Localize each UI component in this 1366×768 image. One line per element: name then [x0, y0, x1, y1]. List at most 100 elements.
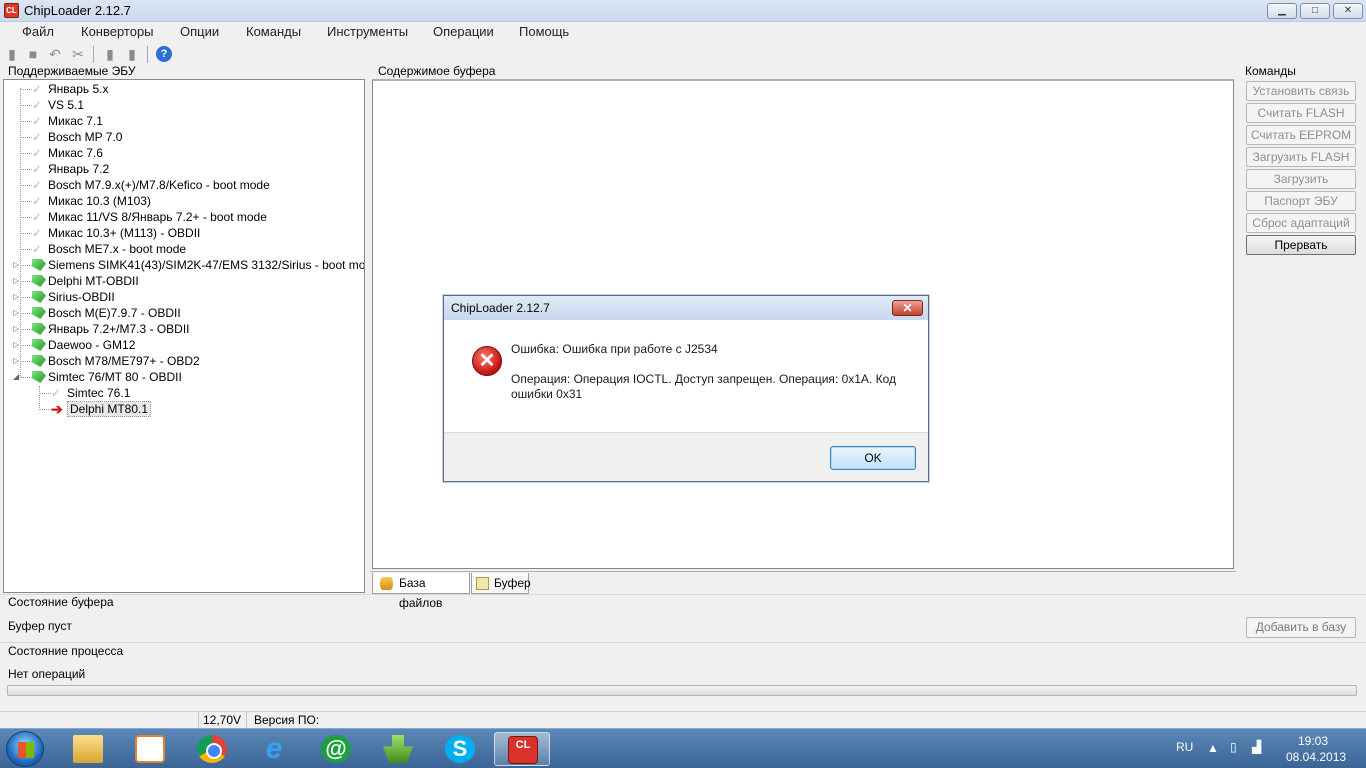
language-indicator[interactable]: RU	[1176, 740, 1193, 754]
expand-icon[interactable]: ▷	[13, 309, 21, 317]
command-button[interactable]: Считать FLASH	[1246, 103, 1356, 123]
expand-icon[interactable]: ▷	[13, 341, 21, 349]
taskbar-media-player[interactable]	[122, 732, 178, 766]
expand-icon[interactable]: ▷	[13, 261, 21, 269]
new-icon[interactable]: ▮	[4, 46, 20, 62]
tree-item[interactable]: ✓ Микас 10.3 (M103)	[4, 193, 364, 209]
paste-icon[interactable]: ▮	[124, 46, 140, 62]
menu-tools[interactable]: Инструменты	[327, 24, 408, 39]
taskbar-explorer[interactable]	[60, 732, 116, 766]
taskbar-green-app[interactable]	[370, 732, 426, 766]
tree-item[interactable]: ▷ Daewoo - GM12	[4, 337, 364, 353]
minimize-button[interactable]: ▁	[1267, 3, 1297, 19]
commands-header: Команды	[1245, 64, 1296, 78]
menu-file[interactable]: Файл	[22, 24, 54, 39]
tree-item-label: Simtec 76.1	[67, 386, 131, 400]
expand-icon[interactable]: ▷	[13, 325, 21, 333]
add-to-database-button[interactable]: Добавить в базу	[1246, 617, 1356, 638]
tree-item[interactable]: ✓ Микас 10.3+ (M113) - OBDII	[4, 225, 364, 241]
dialog-title-bar: ChipLoader 2.12.7 ✕	[444, 296, 928, 320]
tree-item[interactable]: ▷ Bosch M78/ME797+ - OBD2	[4, 353, 364, 369]
expand-icon[interactable]: ▷	[13, 277, 21, 285]
tree-item[interactable]: ✓ Микас 7.1	[4, 113, 364, 129]
command-button[interactable]: Считать EEPROM	[1246, 125, 1356, 145]
tree-item[interactable]: ✓ Bosch M7.9.x(+)/M7.8/Kefico - boot mode	[4, 177, 364, 193]
command-button[interactable]: Прервать	[1246, 235, 1356, 255]
taskbar-skype[interactable]: S	[432, 732, 488, 766]
tab-buffer[interactable]: Буфер	[471, 573, 531, 594]
command-button[interactable]: Загрузить EEPROM	[1246, 169, 1356, 204]
collapse-icon[interactable]: ◢	[13, 373, 21, 381]
menu-help[interactable]: Помощь	[519, 24, 569, 39]
tree-item[interactable]: ▷ Sirius-OBDII	[4, 289, 364, 305]
clock-time[interactable]: 19:03	[1298, 734, 1328, 748]
tree-connector	[20, 249, 32, 250]
tree-connector	[20, 345, 32, 346]
tree-item[interactable]: ✓ Simtec 76.1	[4, 385, 364, 401]
tree-item[interactable]: ▷ Siemens SIMK41(43)/SIM2K-47/EMS 3132/Si…	[4, 257, 364, 273]
ok-button[interactable]: OK	[830, 446, 916, 470]
undo-icon[interactable]: ↶	[47, 46, 63, 62]
tree-connector	[20, 185, 32, 186]
skype-icon: S	[445, 735, 475, 763]
command-button[interactable]: Установить связь	[1246, 81, 1356, 101]
document-icon	[476, 577, 489, 590]
save-icon[interactable]: ■	[25, 46, 41, 62]
media-player-icon	[135, 735, 165, 763]
maximize-button[interactable]: □	[1300, 3, 1330, 19]
tree-item[interactable]: ➔ Delphi MT80.1	[4, 401, 364, 417]
tree-item[interactable]: ▷ Delphi MT-OBDII	[4, 273, 364, 289]
taskbar-internet-explorer[interactable]: e	[246, 732, 302, 766]
clock-date[interactable]: 08.04.2013	[1286, 750, 1346, 764]
check-icon: ✓	[32, 210, 43, 224]
tree-item[interactable]: ▷ Январь 7.2+/M7.3 - OBDII	[4, 321, 364, 337]
expand-icon[interactable]: ▷	[13, 357, 21, 365]
tree-item-label: Январь 7.2	[48, 162, 110, 176]
tree-item-label: Микас 7.6	[48, 146, 103, 160]
green-app-icon	[383, 735, 413, 763]
tree-connector	[39, 393, 51, 394]
operation-message-line1: Операция: Операция IOCTL. Доступ запреще…	[511, 372, 897, 386]
command-button[interactable]: Паспорт ЭБУ	[1246, 191, 1356, 211]
tree-item[interactable]: ✓ Микас 7.6	[4, 145, 364, 161]
command-button[interactable]: Сброс адаптаций	[1246, 213, 1356, 233]
tree-item[interactable]: ✓ Январь 5.x	[4, 81, 364, 97]
cut-icon[interactable]: ✂	[70, 46, 86, 62]
start-button[interactable]	[6, 731, 44, 767]
tree-item[interactable]: ✓ VS 5.1	[4, 97, 364, 113]
dialog-close-button[interactable]: ✕	[892, 300, 923, 316]
check-icon: ✓	[32, 178, 43, 192]
tree-item[interactable]: ◢ Simtec 76/MT 80 - OBDII	[4, 369, 364, 385]
network-icon[interactable]: ▟	[1252, 740, 1261, 754]
tree-item[interactable]: ✓ Микас 11/VS 8/Январь 7.2+ - boot mode	[4, 209, 364, 225]
tree-item-label: Микас 10.3+ (M113) - OBDII	[48, 226, 201, 240]
supported-ecu-header: Поддерживаемые ЭБУ	[8, 64, 136, 78]
command-button[interactable]: Загрузить FLASH	[1246, 147, 1356, 167]
taskbar-chrome[interactable]	[184, 732, 240, 766]
battery-icon[interactable]: ▯	[1230, 740, 1237, 754]
close-button[interactable]: ✕	[1333, 3, 1363, 19]
progress-bar	[7, 685, 1357, 696]
tree-item-label: Bosch M78/ME797+ - OBD2	[48, 354, 200, 368]
help-icon[interactable]: ?	[156, 46, 172, 62]
tree-item[interactable]: ✓ Bosch ME7.x - boot mode	[4, 241, 364, 257]
taskbar-chiploader[interactable]: CL	[494, 732, 550, 766]
green-arrow-icon	[32, 259, 46, 271]
taskbar-mail-agent[interactable]: @	[308, 732, 364, 766]
menu-operations[interactable]: Операции	[433, 24, 494, 39]
show-hidden-icons-icon[interactable]: ▲	[1207, 741, 1219, 755]
check-icon: ✓	[32, 114, 43, 128]
error-icon: ✕	[472, 346, 502, 376]
check-icon: ✓	[51, 386, 62, 400]
check-icon: ✓	[32, 146, 43, 160]
menu-options[interactable]: Опции	[180, 24, 219, 39]
tree-item-label: Delphi MT-OBDII	[48, 274, 139, 288]
menu-commands[interactable]: Команды	[246, 24, 301, 39]
expand-icon[interactable]: ▷	[13, 293, 21, 301]
copy-icon[interactable]: ▮	[102, 46, 118, 62]
tree-item[interactable]: ✓ Январь 7.2	[4, 161, 364, 177]
menu-converters[interactable]: Конверторы	[81, 24, 154, 39]
tree-item[interactable]: ▷ Bosch M(E)7.9.7 - OBDII	[4, 305, 364, 321]
tab-file-database[interactable]: База файлов	[372, 573, 470, 610]
tree-item[interactable]: ✓ Bosch MP 7.0	[4, 129, 364, 145]
